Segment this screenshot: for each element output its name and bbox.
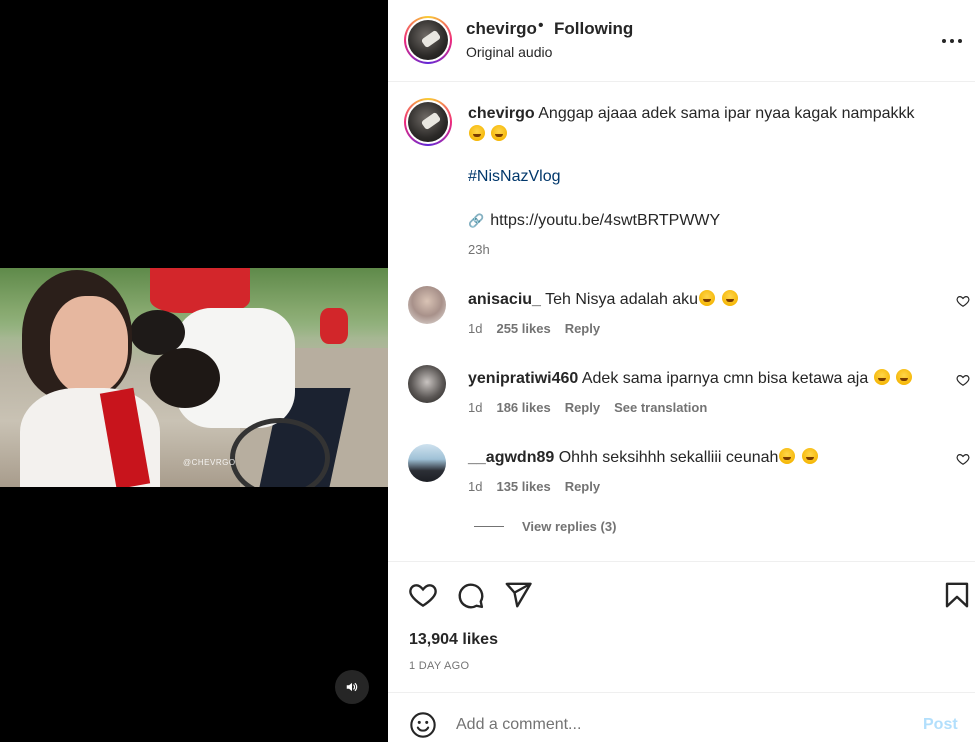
video-figure-girl-head <box>150 348 220 408</box>
comment-item: __agwdn89 Ohhh seksihhh sekalliii ceunah… <box>388 444 975 514</box>
post-panel: chevirgo • Following Original audio chev… <box>388 0 975 742</box>
comment-meta: 1d 135 likes Reply <box>468 479 600 494</box>
video-figure-red-shirt <box>150 268 250 313</box>
mute-button[interactable] <box>335 670 369 704</box>
caption-link-text: https://youtu.be/4swtBRTPWWY <box>490 212 721 229</box>
smiling-face-with-heart-eyes-emoji <box>469 125 485 141</box>
comments-section[interactable]: chevirgo Anggap ajaaa adek sama ipar nya… <box>388 82 975 562</box>
caption-avatar[interactable] <box>404 98 452 146</box>
comment-text: yenipratiwi460 Adek sama iparnya cmn bis… <box>468 368 938 389</box>
comment-text: anisaciu_ Teh Nisya adalah aku <box>468 289 938 310</box>
caption-avatar-image <box>408 102 448 142</box>
video-figure-woman-face <box>50 296 128 394</box>
comment-likes[interactable]: 255 likes <box>496 321 550 336</box>
rolling-on-floor-laughing-emoji <box>491 125 508 141</box>
comment-item: yenipratiwi460 Adek sama iparnya cmn bis… <box>388 365 975 435</box>
face-with-tears-of-joy-emoji <box>779 448 796 464</box>
caption-time[interactable]: 23h <box>468 242 490 257</box>
commenter-avatar[interactable] <box>408 444 446 482</box>
comment-age[interactable]: 1d <box>468 479 482 494</box>
view-replies-button[interactable]: View replies (3) <box>474 519 616 534</box>
author-username[interactable]: chevirgo <box>466 19 537 39</box>
comment-likes[interactable]: 135 likes <box>496 479 550 494</box>
comment-body: Teh Nisya adalah aku <box>545 291 699 308</box>
post-button[interactable]: Post <box>923 716 958 734</box>
caption-username[interactable]: chevirgo <box>468 105 535 122</box>
audio-label[interactable]: Original audio <box>466 44 552 60</box>
face-with-tears-of-joy-emoji <box>896 369 913 385</box>
commenter-avatar[interactable] <box>408 286 446 324</box>
view-replies-line <box>474 526 504 527</box>
post-actions: 13,904 likes 1 DAY AGO <box>388 563 975 693</box>
video-watermark: @CHEVRGO <box>183 458 236 467</box>
comment-item: anisaciu_ Teh Nisya adalah aku 1d 255 li… <box>388 286 975 356</box>
media-pane[interactable]: @CHEVRGO <box>0 0 388 742</box>
add-comment-bar: Post <box>388 694 975 742</box>
comment-body: Adek sama iparnya cmn bisa ketawa aja <box>581 370 869 387</box>
face-with-tears-of-joy-emoji <box>873 369 890 385</box>
commenter-username[interactable]: __agwdn89 <box>468 449 554 466</box>
comment-meta: 1d 255 likes Reply <box>468 321 600 336</box>
video-figure-child <box>320 308 348 344</box>
like-heart-icon[interactable] <box>408 580 438 610</box>
more-options-icon[interactable] <box>942 36 966 46</box>
share-paper-plane-icon[interactable] <box>503 580 533 610</box>
reply-button[interactable]: Reply <box>565 321 600 336</box>
reply-button[interactable]: Reply <box>565 479 600 494</box>
caption-text: chevirgo Anggap ajaaa adek sama ipar nya… <box>468 103 948 145</box>
emoji-picker-icon[interactable] <box>409 711 437 739</box>
smiling-face-with-heart-eyes-emoji <box>801 448 818 464</box>
like-comment-heart-icon[interactable] <box>956 452 970 466</box>
video-frame[interactable]: @CHEVRGO <box>0 268 388 487</box>
comment-input[interactable] <box>456 712 896 738</box>
comment-age[interactable]: 1d <box>468 321 482 336</box>
face-with-tears-of-joy-emoji <box>699 290 716 306</box>
caption-link[interactable]: 🔗 https://youtu.be/4swtBRTPWWY <box>468 212 720 230</box>
reply-button[interactable]: Reply <box>565 400 600 415</box>
comment-age[interactable]: 1d <box>468 400 482 415</box>
comment-meta: 1d 186 likes Reply See translation <box>468 400 707 415</box>
post-header: chevirgo • Following Original audio <box>388 0 975 82</box>
speaker-icon <box>346 682 358 692</box>
post-date[interactable]: 1 DAY AGO <box>409 660 469 672</box>
comment-body: Ohhh seksihhh sekalliii ceunah <box>558 449 779 466</box>
view-replies-label: View replies (3) <box>522 519 617 534</box>
commenter-username[interactable]: anisaciu_ <box>468 291 541 308</box>
caption-body: Anggap ajaaa adek sama ipar nyaa kagak n… <box>538 105 915 122</box>
comment-text: __agwdn89 Ohhh seksihhh sekalliii ceunah <box>468 447 938 468</box>
see-translation-button[interactable]: See translation <box>614 400 707 415</box>
link-icon: 🔗 <box>468 213 485 228</box>
comment-likes[interactable]: 186 likes <box>496 400 550 415</box>
author-avatar[interactable] <box>404 16 452 64</box>
following-button[interactable]: Following <box>554 19 633 39</box>
author-avatar-image <box>408 20 448 60</box>
commenter-username[interactable]: yenipratiwi460 <box>468 370 578 387</box>
header-separator: • <box>538 17 544 34</box>
commenter-avatar[interactable] <box>408 365 446 403</box>
like-comment-heart-icon[interactable] <box>956 373 970 387</box>
likes-count[interactable]: 13,904 likes <box>409 631 498 649</box>
like-comment-heart-icon[interactable] <box>956 294 970 308</box>
smiling-face-with-heart-eyes-emoji <box>721 290 738 306</box>
comment-bubble-icon[interactable] <box>455 580 485 610</box>
save-bookmark-icon[interactable] <box>942 580 972 610</box>
caption-hashtag[interactable]: #NisNazVlog <box>468 168 560 186</box>
